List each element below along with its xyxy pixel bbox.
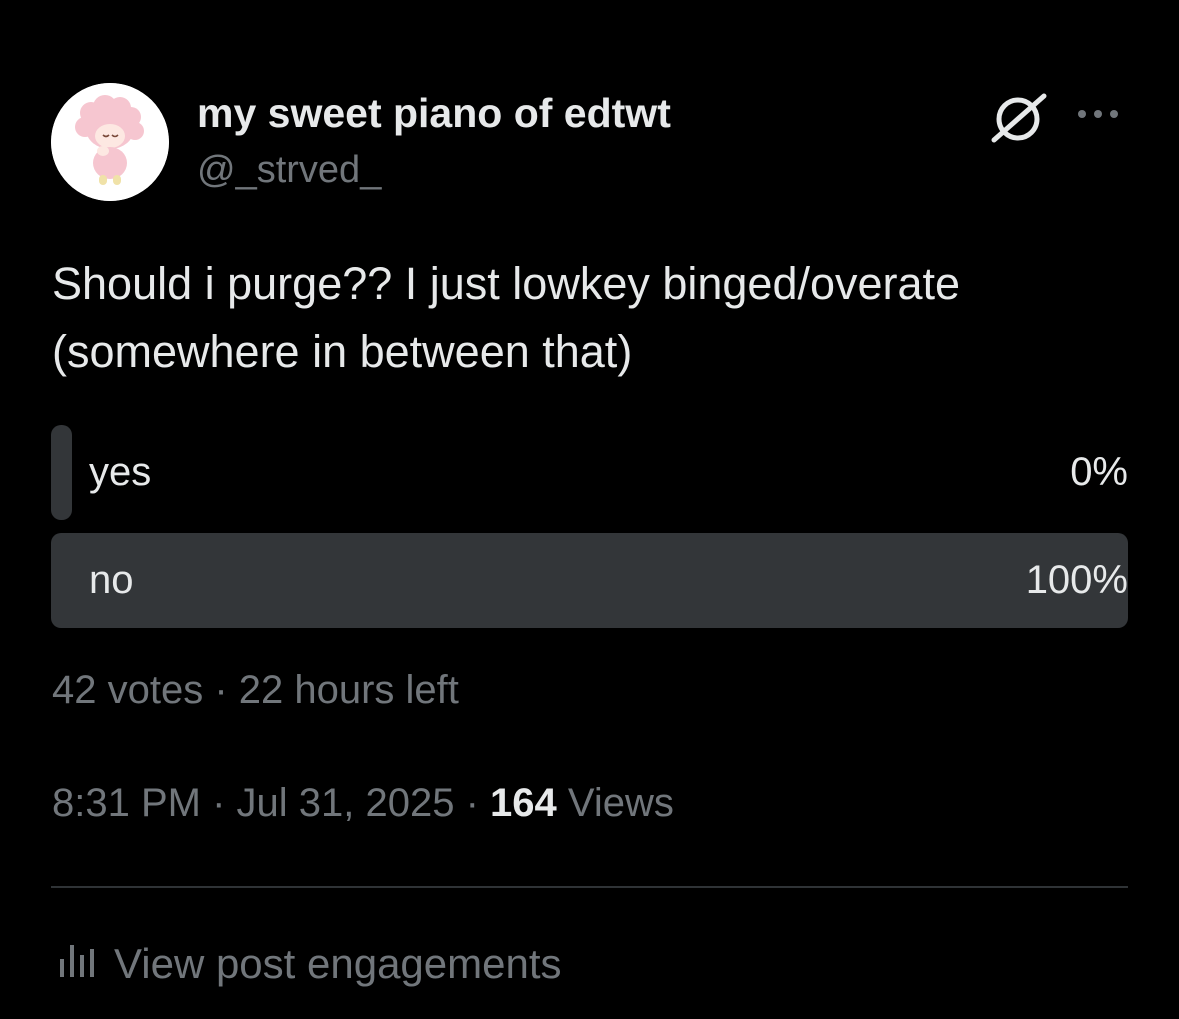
views-label: Views <box>556 781 674 825</box>
divider <box>51 886 1128 888</box>
poll-option-no[interactable]: no 100% <box>51 533 1128 628</box>
more-options-icon[interactable] <box>1074 102 1124 126</box>
post-timestamp[interactable]: 8:31 PM · Jul 31, 2025 · <box>52 781 490 825</box>
poll-bar-no <box>51 533 1128 628</box>
user-handle[interactable]: @_strved_ <box>197 149 381 192</box>
post-text: Should i purge?? I just lowkey binged/ov… <box>52 258 961 377</box>
grok-icon[interactable] <box>990 92 1050 144</box>
post-meta: 8:31 PM · Jul 31, 2025 · 164 Views <box>52 781 674 826</box>
poll-bar-yes <box>51 425 72 520</box>
bar-chart-icon <box>56 939 100 989</box>
poll-option-label: yes <box>89 450 152 494</box>
views-count: 164 <box>490 781 557 825</box>
view-post-engagements-button[interactable]: View post engagements <box>56 940 562 989</box>
engagements-label: View post engagements <box>114 940 562 987</box>
display-name[interactable]: my sweet piano of edtwt <box>197 90 671 137</box>
poll-option-percent: 0% <box>1070 450 1128 494</box>
poll-meta: 42 votes · 22 hours left <box>52 668 459 712</box>
avatar-image <box>51 83 169 201</box>
poll-option-label: no <box>89 558 134 602</box>
avatar[interactable] <box>51 83 169 201</box>
poll-option-percent: 100% <box>1025 558 1128 602</box>
poll-option-yes[interactable]: yes 0% <box>51 425 1128 520</box>
